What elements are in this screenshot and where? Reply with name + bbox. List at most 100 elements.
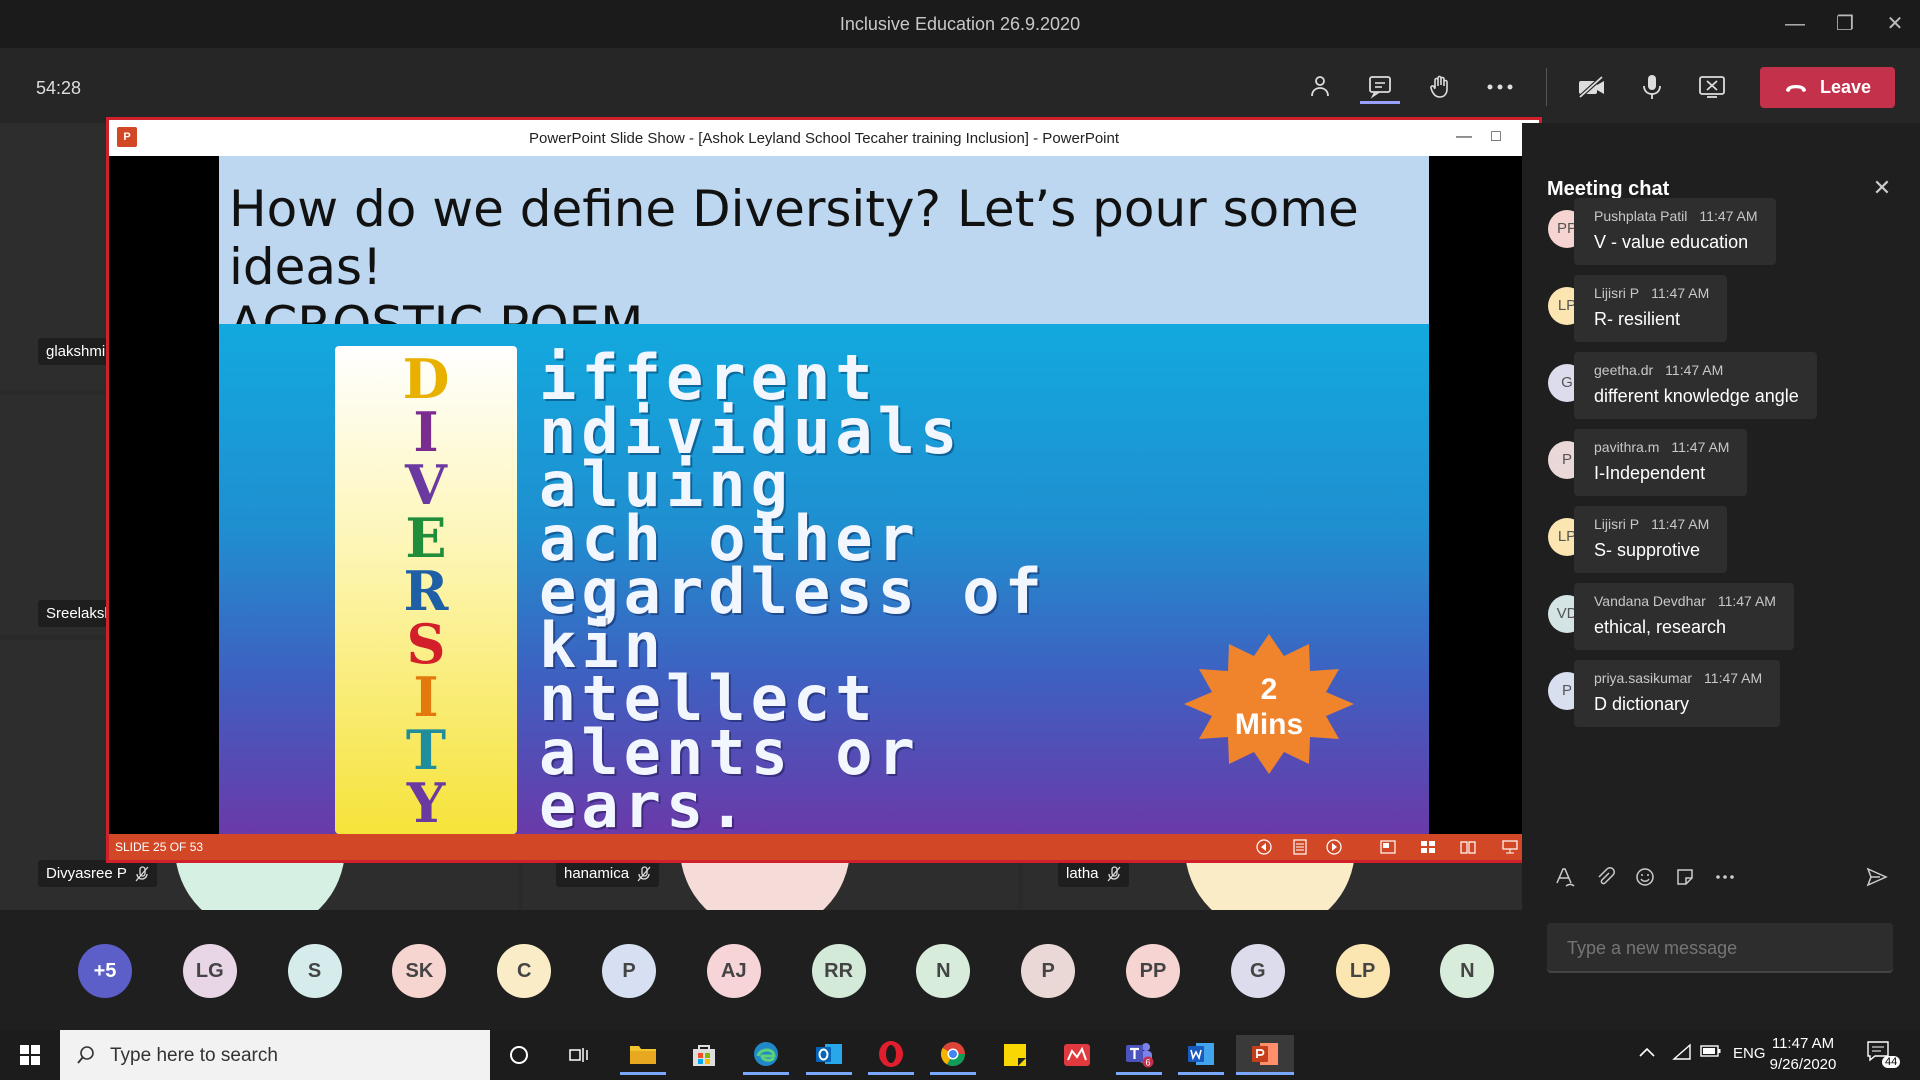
- menu-button[interactable]: [1291, 838, 1309, 856]
- task-view-button[interactable]: [556, 1035, 602, 1075]
- search-icon: [77, 1046, 94, 1064]
- reading-view-button[interactable]: [1459, 838, 1477, 856]
- notifications-button[interactable]: 44: [1866, 1040, 1906, 1074]
- participant-avatar[interactable]: RR: [811, 944, 866, 998]
- participant-avatar[interactable]: N: [916, 944, 971, 998]
- message-time: 11:47 AM: [1717, 593, 1776, 609]
- task-view-icon: [569, 1048, 588, 1062]
- edge-button[interactable]: [743, 1035, 789, 1075]
- participant-avatar[interactable]: +5: [78, 944, 132, 998]
- participant-avatar[interactable]: C: [497, 944, 552, 998]
- store-button[interactable]: [681, 1035, 727, 1075]
- raise-hand-icon: [1430, 75, 1448, 98]
- message-time: 11:47 AM: [1651, 285, 1710, 301]
- acrostic-letter: Y: [406, 771, 446, 834]
- slide-counter: SLIDE 25 OF 53: [115, 840, 204, 854]
- powerpoint-taskbar-button[interactable]: [1236, 1035, 1294, 1075]
- file-explorer-button[interactable]: [620, 1035, 666, 1075]
- battery-icon: [1700, 1045, 1721, 1057]
- close-chat-button[interactable]: ✕: [1867, 173, 1897, 203]
- chat-message[interactable]: geetha.dr 11:47 AM different knowledge ang…: [1574, 352, 1817, 419]
- message-sender: priya.sasikumar: [1594, 670, 1693, 686]
- participant-avatar[interactable]: SK: [392, 944, 447, 998]
- taskbar-clock[interactable]: 11:47 AM 9/26/2020: [1758, 1033, 1848, 1075]
- chat-message[interactable]: Pushplata Patil 11:47 AM V - value educati…: [1574, 198, 1776, 265]
- powerpoint-window[interactable]: P PowerPoint Slide Show - [Ashok Leyland…: [106, 117, 1542, 863]
- participant-name-tag: Divyasree P: [38, 860, 157, 887]
- book-icon: [1460, 841, 1476, 854]
- participant-avatar[interactable]: P: [602, 944, 656, 998]
- participants-button[interactable]: [1300, 70, 1340, 104]
- participant-avatar[interactable]: AJ: [706, 944, 761, 998]
- slide-sorter-button[interactable]: [1419, 838, 1437, 856]
- participant-avatar[interactable]: P: [1021, 944, 1076, 998]
- opera-button[interactable]: [868, 1035, 914, 1075]
- chat-message[interactable]: Lijisri P 11:47 AM S- supprotive: [1574, 506, 1728, 573]
- teams-icon: 6: [1126, 1042, 1154, 1067]
- emoji-button[interactable]: [1630, 862, 1660, 892]
- participant-name: hanamica: [564, 865, 630, 882]
- previous-slide-button[interactable]: [1255, 838, 1273, 856]
- message-time: 11:47 AM: [1704, 670, 1763, 686]
- message-sender: Vandana Devdhar: [1594, 593, 1706, 609]
- participant-avatar[interactable]: LG: [182, 944, 237, 998]
- participant-avatar[interactable]: G: [1230, 944, 1285, 998]
- powerpoint-title-bar: P PowerPoint Slide Show - [Ashok Leyland…: [109, 120, 1539, 156]
- chrome-button[interactable]: [930, 1035, 976, 1075]
- mic-muted-icon: [1107, 865, 1121, 881]
- chat-message[interactable]: priya.sasikumar 11:47 AM D dictionary: [1574, 660, 1781, 727]
- sticky-notes-button[interactable]: [992, 1035, 1038, 1075]
- acrostic-letter: E: [405, 506, 447, 570]
- minimize-button[interactable]: —: [1775, 10, 1815, 38]
- send-button[interactable]: [1862, 862, 1892, 892]
- taskbar-search[interactable]: Type here to search: [60, 1030, 490, 1080]
- format-button[interactable]: [1550, 862, 1580, 892]
- camera-toggle-button[interactable]: [1572, 70, 1612, 104]
- restore-button[interactable]: ❐: [1825, 10, 1865, 38]
- normal-view-button[interactable]: [1379, 838, 1397, 856]
- participant-avatar[interactable]: S: [287, 944, 342, 998]
- word-button[interactable]: [1178, 1035, 1224, 1075]
- participant-avatar[interactable]: LP: [1335, 944, 1390, 998]
- attach-button[interactable]: [1590, 862, 1620, 892]
- store-icon: [693, 1045, 715, 1066]
- message-text: ethical, research: [1594, 617, 1727, 637]
- slide-title-line: How do we define Diversity? Let’s pour s…: [229, 180, 1359, 296]
- participant-avatar[interactable]: N: [1440, 944, 1495, 998]
- chat-icon: [1369, 75, 1391, 99]
- ppt-minimize-button[interactable]: —: [1449, 124, 1479, 150]
- leave-button[interactable]: Leave: [1760, 67, 1895, 108]
- next-slide-button[interactable]: [1325, 838, 1343, 856]
- chat-message[interactable]: pavithra.m 11:47 AM I-Independent: [1574, 429, 1748, 496]
- chat-message[interactable]: Lijisri P 11:47 AM R- resilient: [1574, 275, 1728, 342]
- show-hidden-icons-button[interactable]: [1638, 1045, 1656, 1064]
- share-screen-button[interactable]: [1692, 70, 1732, 104]
- chat-message[interactable]: Vandana Devdhar 11:47 AM ethical, research: [1574, 583, 1794, 650]
- compose-box[interactable]: [1547, 923, 1893, 973]
- sticker-button[interactable]: [1670, 862, 1700, 892]
- ppt-maximize-button[interactable]: □: [1481, 124, 1511, 150]
- mindmap-app-button[interactable]: [1054, 1035, 1100, 1075]
- slideshow-button[interactable]: [1501, 838, 1519, 856]
- camera-off-icon: [1578, 75, 1604, 99]
- battery-button[interactable]: [1700, 1044, 1722, 1063]
- outlook-button[interactable]: [806, 1035, 852, 1075]
- more-options-button[interactable]: [1710, 862, 1740, 892]
- teams-button[interactable]: 6: [1116, 1035, 1162, 1075]
- participant-avatar[interactable]: PP: [1126, 944, 1180, 998]
- avatar-initials: P: [1561, 451, 1572, 468]
- close-window-button[interactable]: ✕: [1875, 10, 1915, 38]
- chat-button[interactable]: [1360, 70, 1400, 104]
- network-button[interactable]: [1672, 1043, 1692, 1066]
- cortana-button[interactable]: [496, 1035, 542, 1075]
- start-button[interactable]: [0, 1030, 60, 1080]
- chrome-icon: [940, 1041, 965, 1066]
- message-input[interactable]: [1565, 937, 1869, 960]
- raise-hand-button[interactable]: [1420, 70, 1460, 104]
- more-actions-button[interactable]: [1480, 70, 1520, 104]
- mic-toggle-button[interactable]: [1632, 70, 1672, 104]
- participant-name: latha: [1066, 865, 1099, 882]
- participants-icon: [1311, 76, 1329, 97]
- powerpoint-icon: [1252, 1042, 1278, 1065]
- video-tile[interactable]: [0, 395, 110, 635]
